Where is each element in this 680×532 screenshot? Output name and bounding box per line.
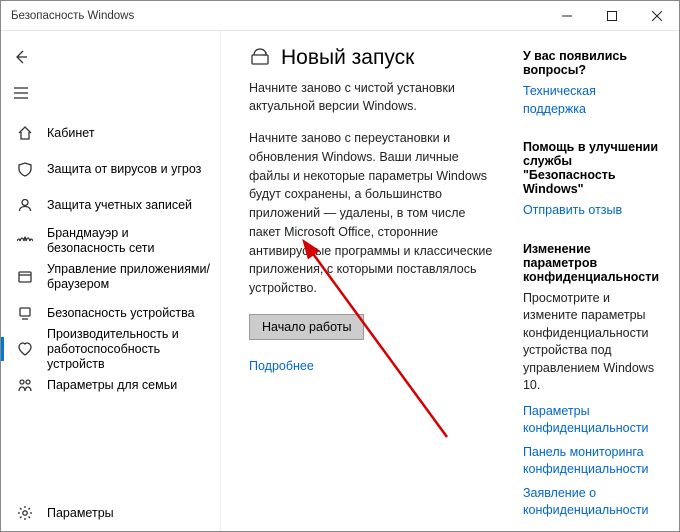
sidebar-item-label: Защита от вирусов и угроз xyxy=(47,162,210,177)
intro-text: Начните заново с чистой установки актуал… xyxy=(249,80,497,115)
description-text: Начните заново с переустановки и обновле… xyxy=(249,129,497,298)
back-button[interactable] xyxy=(1,39,41,75)
support-link[interactable]: Техническая поддержка xyxy=(523,83,659,118)
sidebar-item-settings[interactable]: Параметры xyxy=(1,495,220,531)
hamburger-icon xyxy=(13,85,29,101)
home-icon xyxy=(15,125,35,141)
fresh-start-icon xyxy=(249,45,271,70)
titlebar: Безопасность Windows xyxy=(1,1,679,31)
main-content: Новый запуск Начните заново с чистой уст… xyxy=(221,31,679,531)
sidebar-item-label: Безопасность устройства xyxy=(47,306,210,321)
health-icon xyxy=(15,341,35,357)
side-heading: Помощь в улучшении службы "Безопасность … xyxy=(523,140,659,196)
sidebar-item-label: Кабинет xyxy=(47,126,210,141)
sidebar-item-app-browser[interactable]: Управление приложениями/браузером xyxy=(1,259,220,295)
sidebar-item-home[interactable]: Кабинет xyxy=(1,115,220,151)
side-block-privacy: Изменение параметров конфиденциальности … xyxy=(523,242,659,520)
sidebar-item-label: Управление приложениями/браузером xyxy=(47,262,210,292)
side-block-questions: У вас появились вопросы? Техническая под… xyxy=(523,49,659,118)
page-title-row: Новый запуск xyxy=(249,45,497,70)
family-icon xyxy=(15,377,35,393)
sidebar-item-firewall[interactable]: Брандмауэр и безопасность сети xyxy=(1,223,220,259)
device-security-icon xyxy=(15,305,35,321)
privacy-settings-link[interactable]: Параметры конфиденциальности xyxy=(523,403,659,438)
sidebar-item-label: Производительность и работоспособность у… xyxy=(47,327,210,372)
gear-icon xyxy=(15,505,35,521)
sidebar-item-label: Брандмауэр и безопасность сети xyxy=(47,226,210,256)
sidebar-item-performance[interactable]: Производительность и работоспособность у… xyxy=(1,331,220,367)
get-started-button[interactable]: Начало работы xyxy=(249,314,364,340)
shield-icon xyxy=(15,161,35,177)
privacy-text: Просмотрите и измените параметры конфиде… xyxy=(523,290,659,395)
sidebar-item-label: Параметры для семьи xyxy=(47,378,210,393)
close-button[interactable] xyxy=(634,1,679,30)
network-icon xyxy=(15,233,35,249)
window-title: Безопасность Windows xyxy=(11,10,544,22)
sidebar: Кабинет Защита от вирусов и угроз Защита… xyxy=(1,31,221,531)
maximize-button[interactable] xyxy=(589,1,634,30)
sidebar-item-account[interactable]: Защита учетных записей xyxy=(1,187,220,223)
sidebar-item-label: Защита учетных записей xyxy=(47,198,210,213)
hamburger-button[interactable] xyxy=(1,75,41,111)
window-controls xyxy=(544,1,679,30)
sidebar-item-virus[interactable]: Защита от вирусов и угроз xyxy=(1,151,220,187)
back-arrow-icon xyxy=(13,49,29,65)
app-browser-icon xyxy=(15,269,35,285)
side-heading: Изменение параметров конфиденциальности xyxy=(523,242,659,284)
privacy-statement-link[interactable]: Заявление о конфиденциальности xyxy=(523,485,659,520)
learn-more-link[interactable]: Подробнее xyxy=(249,358,497,376)
feedback-link[interactable]: Отправить отзыв xyxy=(523,202,659,220)
side-block-feedback: Помощь в улучшении службы "Безопасность … xyxy=(523,140,659,220)
side-heading: У вас появились вопросы? xyxy=(523,49,659,77)
sidebar-item-family[interactable]: Параметры для семьи xyxy=(1,367,220,403)
page-title: Новый запуск xyxy=(281,46,414,70)
minimize-button[interactable] xyxy=(544,1,589,30)
sidebar-item-label: Параметры xyxy=(47,506,210,521)
account-icon xyxy=(15,197,35,213)
privacy-dashboard-link[interactable]: Панель мониторинга конфиденциальности xyxy=(523,444,659,479)
